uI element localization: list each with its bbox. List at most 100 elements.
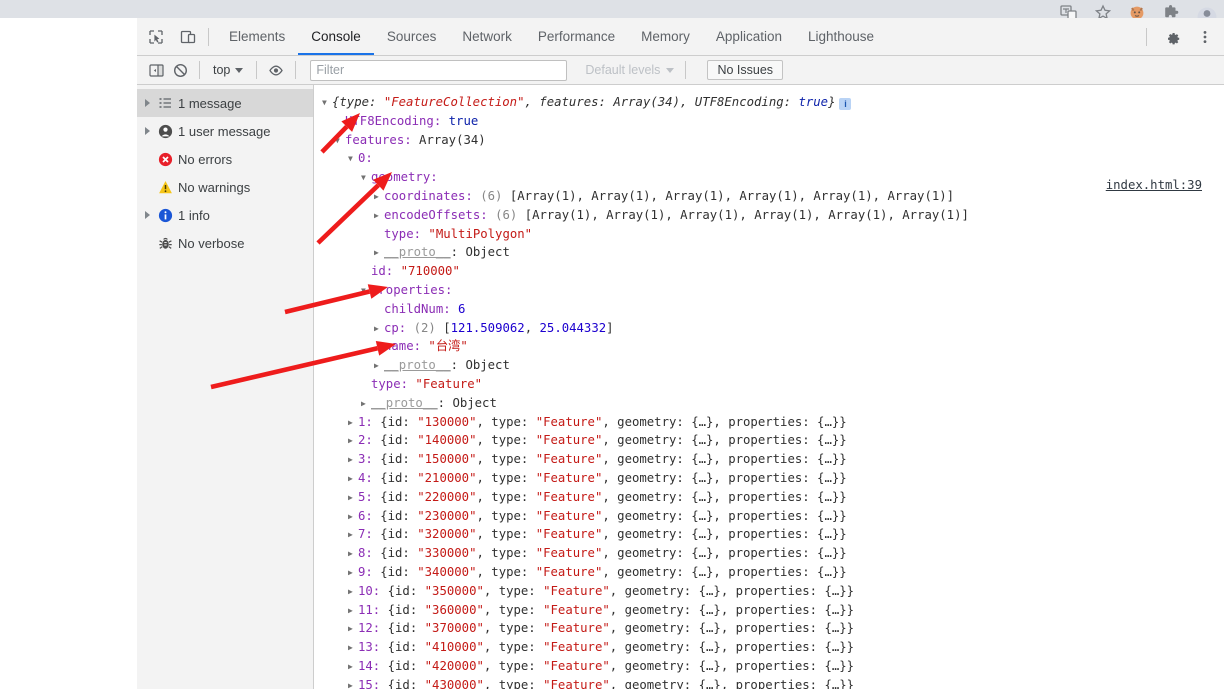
console-line[interactable]: coordinates: (6) [Array(1), Array(1), Ar… (322, 187, 1224, 206)
console-line[interactable]: properties: (322, 281, 1224, 300)
feature-id: "210000" (417, 470, 477, 485)
issues-button[interactable]: No Issues (707, 60, 784, 80)
collapse-triangle-icon[interactable] (335, 131, 345, 152)
inspect-element-icon[interactable] (143, 24, 169, 50)
expand-triangle-icon[interactable] (348, 657, 358, 678)
console-line[interactable]: 0: (322, 149, 1224, 168)
profile-avatar-icon[interactable] (1196, 2, 1217, 20)
console-line[interactable]: id: "710000" (322, 262, 1224, 281)
sidebar-item-1-info[interactable]: 1 info (137, 201, 313, 229)
expand-triangle-icon[interactable] (348, 638, 358, 659)
sidebar-item-no-warnings[interactable]: No warnings (137, 173, 313, 201)
expand-triangle-icon[interactable] (348, 544, 358, 565)
expand-triangle-icon[interactable] (374, 206, 384, 227)
tab-performance[interactable]: Performance (525, 19, 628, 55)
expand-triangle-icon[interactable] (374, 356, 384, 377)
console-feature-row[interactable]: 3: {id: "150000", type: "Feature", geome… (322, 450, 1224, 469)
collapse-triangle-icon[interactable] (361, 281, 371, 302)
bookmark-star-icon[interactable] (1094, 2, 1114, 20)
console-line[interactable]: name: "台湾" (322, 337, 1224, 356)
tab-console[interactable]: Console (298, 19, 374, 55)
console-line[interactable]: childNum: 6 (322, 300, 1224, 319)
expand-triangle-icon[interactable] (348, 507, 358, 528)
console-feature-row[interactable]: 4: {id: "210000", type: "Feature", geome… (322, 469, 1224, 488)
filter-input[interactable] (310, 59, 568, 81)
sidebar-item-1-message[interactable]: 1 message (137, 89, 313, 117)
expand-triangle-icon[interactable] (141, 99, 154, 107)
console-feature-row[interactable]: 2: {id: "140000", type: "Feature", geome… (322, 431, 1224, 450)
log-levels-label: Default levels (585, 63, 661, 77)
expand-triangle-icon[interactable] (348, 676, 358, 689)
tab-elements[interactable]: Elements (216, 19, 298, 55)
extensions-puzzle-icon[interactable] (1162, 2, 1182, 18)
sidebar-item-no-errors[interactable]: No errors (137, 145, 313, 173)
devtools-window: Elements Console Sources Network Perform… (137, 18, 1224, 689)
translate-icon[interactable] (1060, 2, 1080, 20)
console-feature-row[interactable]: 13: {id: "410000", type: "Feature", geom… (322, 638, 1224, 657)
console-feature-row[interactable]: 14: {id: "420000", type: "Feature", geom… (322, 657, 1224, 676)
console-token: , geometry: {…}, properties: {…}} (602, 433, 847, 448)
show-console-sidebar-icon[interactable] (144, 59, 168, 81)
sidebar-item-no-verbose[interactable]: No verbose (137, 229, 313, 257)
console-line[interactable]: type: "Feature" (322, 375, 1224, 394)
console-line[interactable]: UTF8Encoding: true (322, 112, 1224, 131)
execution-context-selector[interactable]: top (207, 61, 249, 79)
clear-console-icon[interactable] (168, 59, 192, 81)
gear-icon[interactable] (1160, 24, 1186, 50)
console-output[interactable]: index.html:39 {type: "FeatureCollection"… (314, 85, 1224, 689)
expand-triangle-icon[interactable] (361, 394, 371, 415)
console-feature-row[interactable]: 12: {id: "370000", type: "Feature", geom… (322, 619, 1224, 638)
device-toolbar-icon[interactable] (175, 24, 201, 50)
expand-triangle-icon[interactable] (348, 488, 358, 509)
collapse-triangle-icon[interactable] (348, 149, 358, 170)
expand-triangle-icon[interactable] (141, 127, 154, 135)
console-line[interactable]: encodeOffsets: (6) [Array(1), Array(1), … (322, 206, 1224, 225)
expand-triangle-icon[interactable] (374, 243, 384, 264)
console-line[interactable]: __proto__: Object (322, 394, 1224, 413)
expand-triangle-icon[interactable] (348, 563, 358, 584)
console-line[interactable]: features: Array(34) (322, 131, 1224, 150)
expand-triangle-icon[interactable] (348, 582, 358, 603)
sidebar-item-1-user-message[interactable]: 1 user message (137, 117, 313, 145)
expand-triangle-icon[interactable] (348, 469, 358, 490)
console-feature-row[interactable]: 9: {id: "340000", type: "Feature", geome… (322, 563, 1224, 582)
console-feature-row[interactable]: 6: {id: "230000", type: "Feature", geome… (322, 507, 1224, 526)
expand-triangle-icon[interactable] (348, 525, 358, 546)
console-line[interactable]: type: "MultiPolygon" (322, 225, 1224, 244)
expand-triangle-icon[interactable] (374, 319, 384, 340)
tab-application[interactable]: Application (703, 19, 795, 55)
collapse-triangle-icon[interactable] (322, 93, 332, 114)
console-feature-row[interactable]: 1: {id: "130000", type: "Feature", geome… (322, 413, 1224, 432)
collapse-triangle-icon[interactable] (361, 168, 371, 189)
console-token: {id: (380, 433, 418, 448)
tab-memory[interactable]: Memory (628, 19, 703, 55)
console-line[interactable]: cp: (2) [121.509062, 25.044332] (322, 319, 1224, 338)
expand-triangle-icon[interactable] (348, 601, 358, 622)
console-feature-row[interactable]: 7: {id: "320000", type: "Feature", geome… (322, 525, 1224, 544)
kebab-menu-icon[interactable] (1192, 24, 1218, 50)
console-line[interactable]: geometry: (322, 168, 1224, 187)
tab-lighthouse[interactable]: Lighthouse (795, 19, 887, 55)
extension-cat-icon[interactable] (1128, 2, 1148, 20)
log-levels-selector[interactable]: Default levels (581, 61, 678, 79)
expand-triangle-icon[interactable] (348, 431, 358, 452)
console-line[interactable]: __proto__: Object (322, 243, 1224, 262)
expand-triangle-icon[interactable] (348, 413, 358, 434)
tab-network[interactable]: Network (449, 19, 525, 55)
console-feature-row[interactable]: 15: {id: "430000", type: "Feature", geom… (322, 676, 1224, 689)
feature-id: "370000" (424, 621, 484, 636)
console-feature-row[interactable]: 11: {id: "360000", type: "Feature", geom… (322, 601, 1224, 620)
console-feature-row[interactable]: 8: {id: "330000", type: "Feature", geome… (322, 544, 1224, 563)
info-badge-icon[interactable]: i (839, 98, 852, 110)
console-line[interactable]: {type: "FeatureCollection", features: Ar… (322, 93, 1224, 112)
expand-triangle-icon[interactable] (374, 187, 384, 208)
expand-triangle-icon[interactable] (348, 619, 358, 640)
tab-sources[interactable]: Sources (374, 19, 450, 55)
expand-triangle-icon[interactable] (141, 211, 154, 219)
console-feature-row[interactable]: 10: {id: "350000", type: "Feature", geom… (322, 582, 1224, 601)
create-live-expression-icon[interactable] (264, 59, 288, 81)
console-line[interactable]: __proto__: Object (322, 356, 1224, 375)
expand-triangle-icon[interactable] (348, 450, 358, 471)
console-feature-row[interactable]: 5: {id: "220000", type: "Feature", geome… (322, 488, 1224, 507)
source-link[interactable]: index.html:39 (1106, 176, 1202, 195)
